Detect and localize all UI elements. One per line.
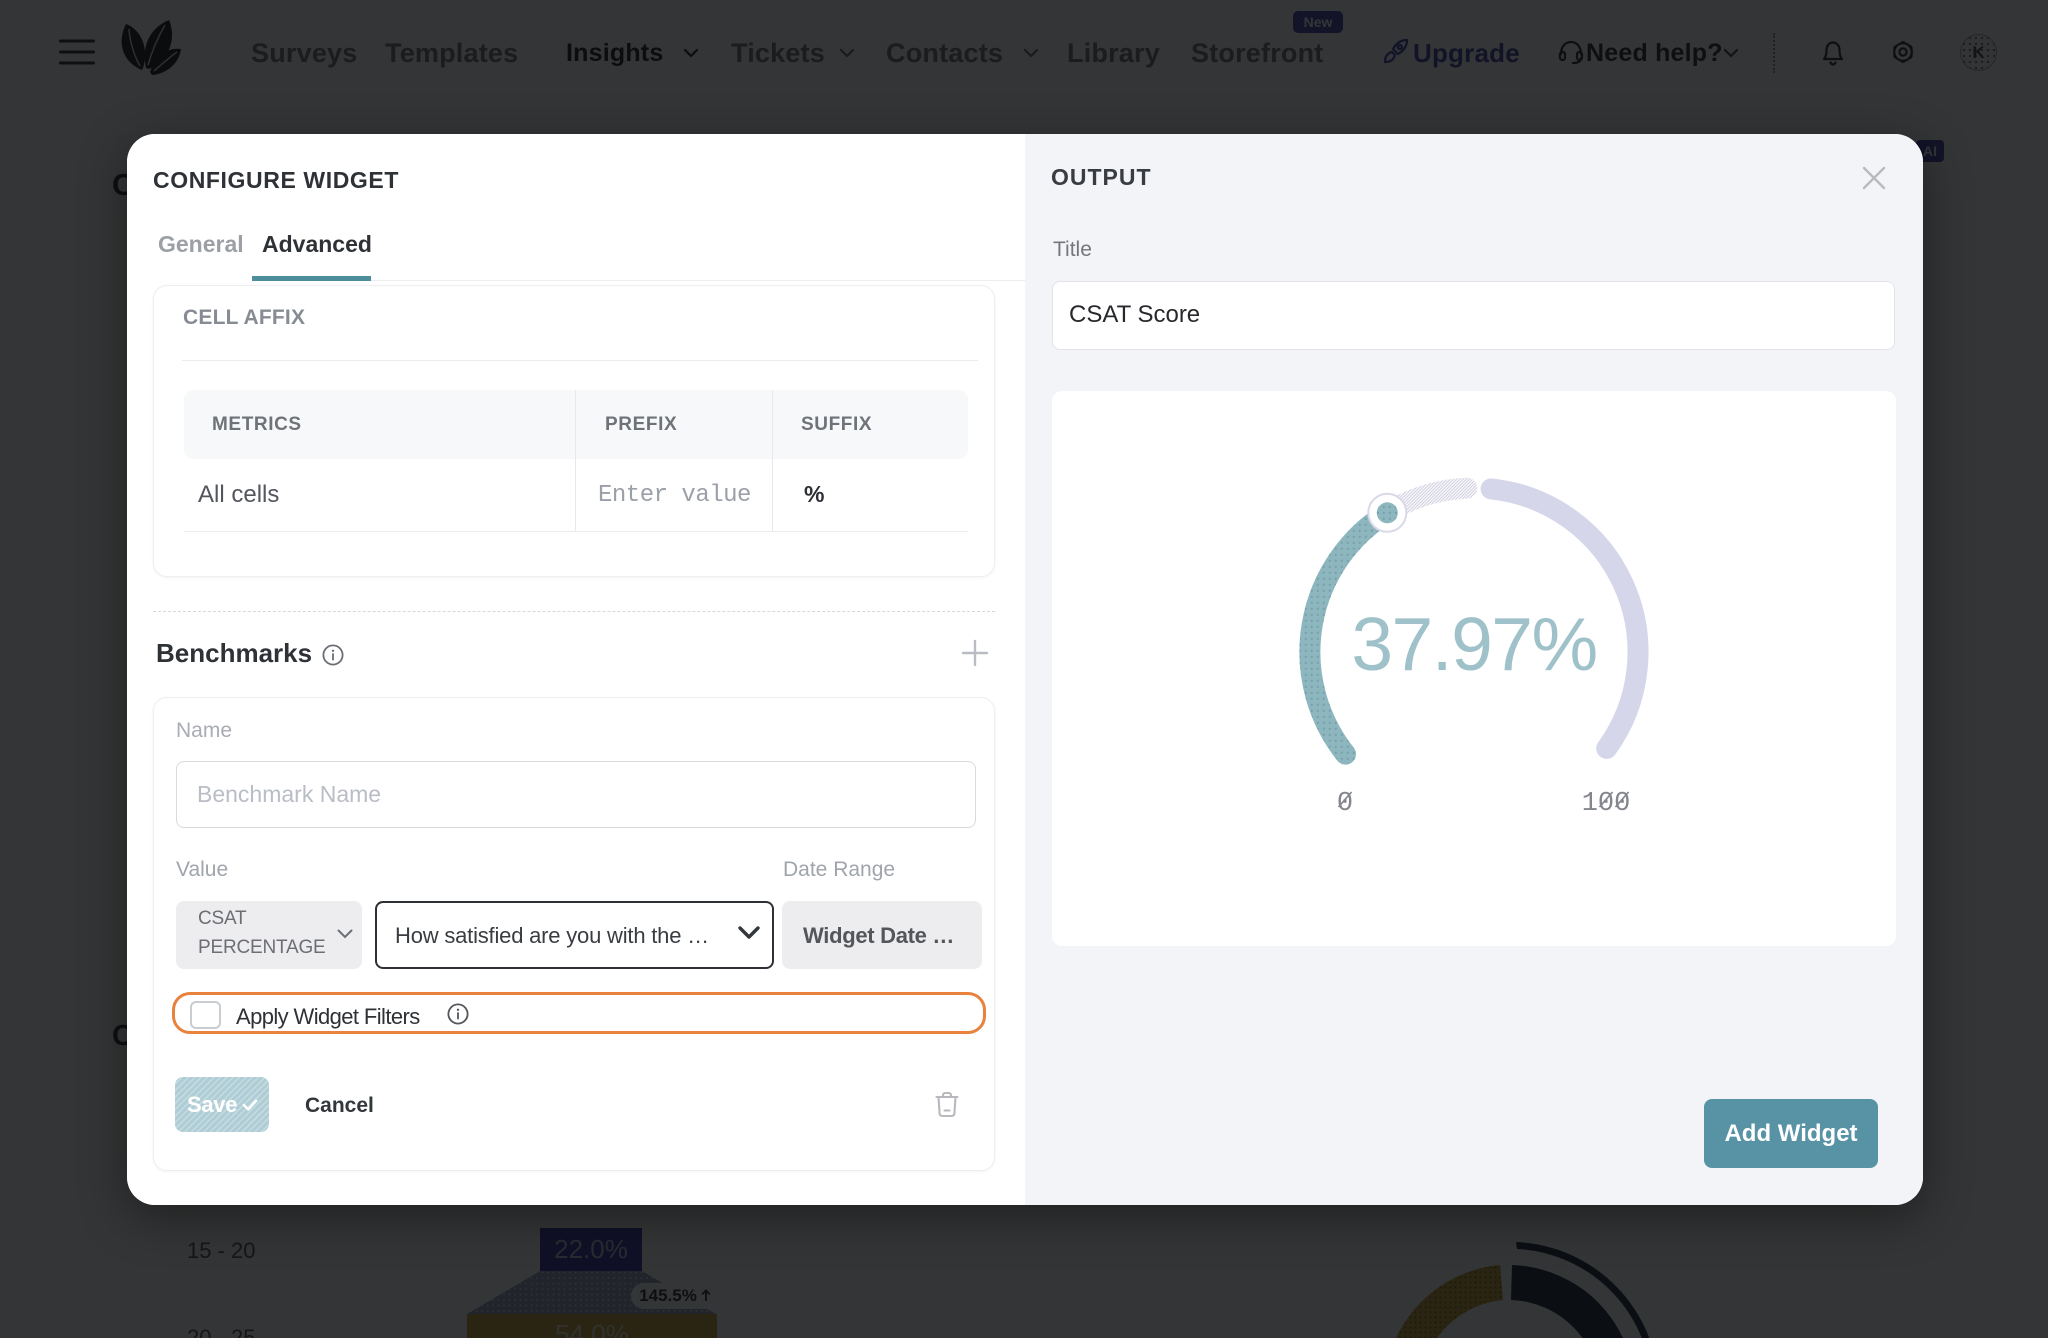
svg-text:100: 100 bbox=[1582, 789, 1631, 819]
svg-text:37.97%: 37.97% bbox=[1351, 602, 1596, 686]
